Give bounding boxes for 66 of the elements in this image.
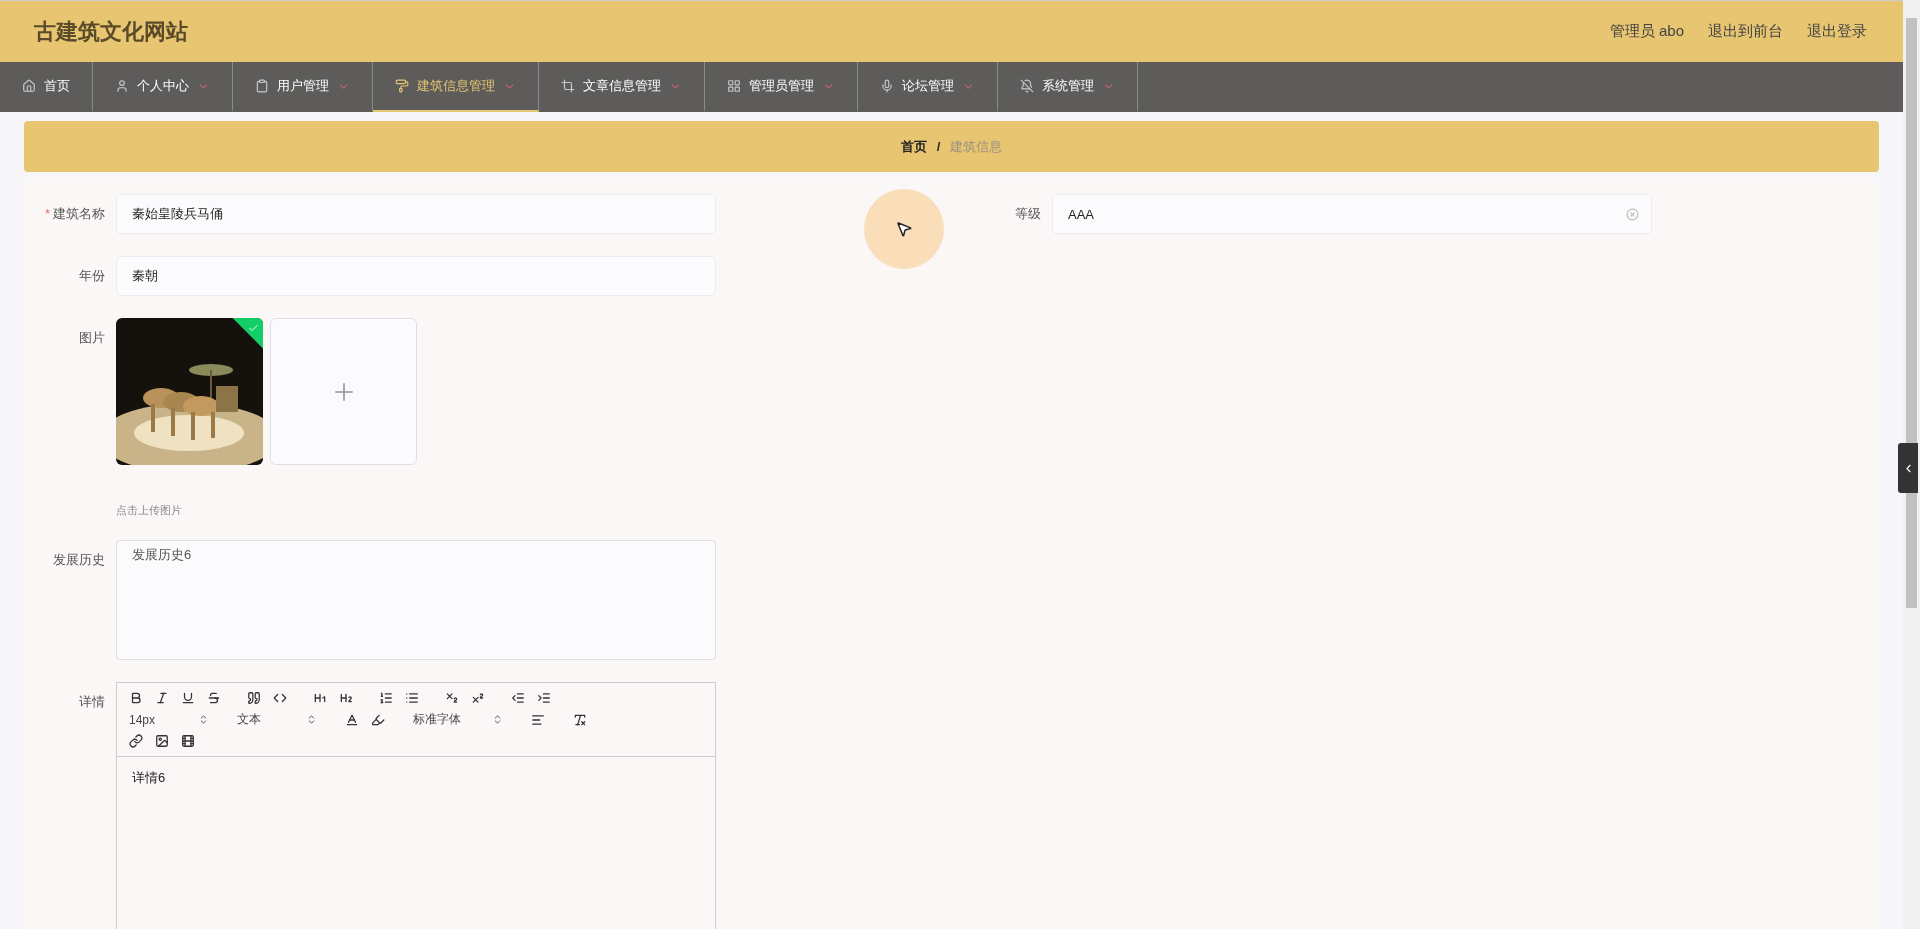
editor-content: 详情6 [131, 769, 167, 787]
nav-tab[interactable]: 文章信息管理 [539, 62, 705, 112]
strikethrough-icon[interactable] [207, 691, 221, 705]
paint-roller-icon [395, 79, 409, 93]
grid-icon [727, 79, 741, 93]
font-family-select[interactable]: 标准字体 [413, 711, 503, 728]
link-icon[interactable] [129, 734, 143, 748]
font-size-select[interactable]: 14px [129, 712, 209, 727]
text-field[interactable]: 秦朝 [116, 256, 716, 296]
header-link[interactable]: 退出登录 [1807, 22, 1867, 41]
ordered-list-icon[interactable] [379, 691, 393, 705]
heading-one-icon[interactable] [313, 691, 327, 705]
image-icon[interactable] [155, 734, 169, 748]
text-field[interactable]: 秦始皇陵兵马俑 [116, 194, 716, 234]
breadcrumb-separator: / [936, 139, 941, 154]
breadcrumb-item[interactable]: 首页 [900, 137, 927, 156]
subscript-icon[interactable] [445, 691, 459, 705]
nav-tab[interactable]: 建筑信息管理 [373, 62, 539, 112]
nav-tab[interactable]: 首页 [0, 62, 93, 112]
microphone-icon [880, 79, 894, 93]
clear-format-icon[interactable] [573, 712, 587, 727]
underline-icon[interactable] [181, 691, 195, 705]
field-label: 详情 [78, 693, 105, 711]
highlight-icon[interactable] [371, 712, 385, 727]
check-icon [247, 322, 259, 334]
sort-arrows-icon [306, 714, 317, 725]
rich-text-editor[interactable]: 14px 文本 标准字体 详情6 [116, 682, 716, 929]
nav-tab[interactable]: 用户管理 [233, 62, 373, 112]
scrollbar[interactable] [1903, 0, 1920, 929]
superscript-icon[interactable] [471, 691, 485, 705]
nav-tab[interactable]: 管理员管理 [705, 62, 858, 112]
bullet-list-icon[interactable] [405, 691, 419, 705]
text-area[interactable]: 发展历史6 [116, 540, 716, 660]
breadcrumb-item: 建筑信息 [950, 137, 1003, 156]
align-icon[interactable] [531, 712, 545, 727]
field-label: * 建筑名称 [43, 205, 105, 223]
outdent-icon[interactable] [511, 691, 525, 705]
bell-off-icon [1020, 79, 1034, 93]
select-field[interactable]: AAA [1052, 194, 1652, 234]
video-icon[interactable] [181, 734, 195, 748]
nav-tab[interactable]: 系统管理 [998, 62, 1138, 112]
clipboard-icon [255, 79, 269, 93]
nav-tab[interactable]: 论坛管理 [858, 62, 998, 112]
field-label: 年份 [78, 267, 105, 285]
nav-tab[interactable]: 个人中心 [93, 62, 233, 112]
quote-icon[interactable] [247, 691, 261, 705]
code-icon[interactable] [273, 691, 287, 705]
user-icon [115, 79, 129, 93]
indent-icon[interactable] [537, 691, 551, 705]
field-label: 发展历史 [52, 551, 105, 569]
crop-icon [561, 79, 575, 93]
italic-icon[interactable] [155, 691, 169, 705]
site-title: 古建筑文化网站 [34, 17, 188, 46]
header-link[interactable]: 管理员 abo [1609, 22, 1684, 41]
home-icon [22, 79, 36, 93]
bold-icon[interactable] [129, 691, 143, 705]
field-label: 等级 [1014, 205, 1041, 223]
text-color-icon[interactable] [345, 712, 359, 727]
heading-two-icon[interactable] [339, 691, 353, 705]
block-format-select[interactable]: 文本 [237, 711, 317, 728]
sort-arrows-icon [198, 714, 209, 725]
field-label: 图片 [78, 329, 105, 347]
upload-hint: 点击上传图片 [116, 503, 183, 518]
sort-arrows-icon [492, 714, 503, 725]
cursor-icon [895, 220, 913, 238]
header-link[interactable]: 退出到前台 [1708, 22, 1783, 41]
